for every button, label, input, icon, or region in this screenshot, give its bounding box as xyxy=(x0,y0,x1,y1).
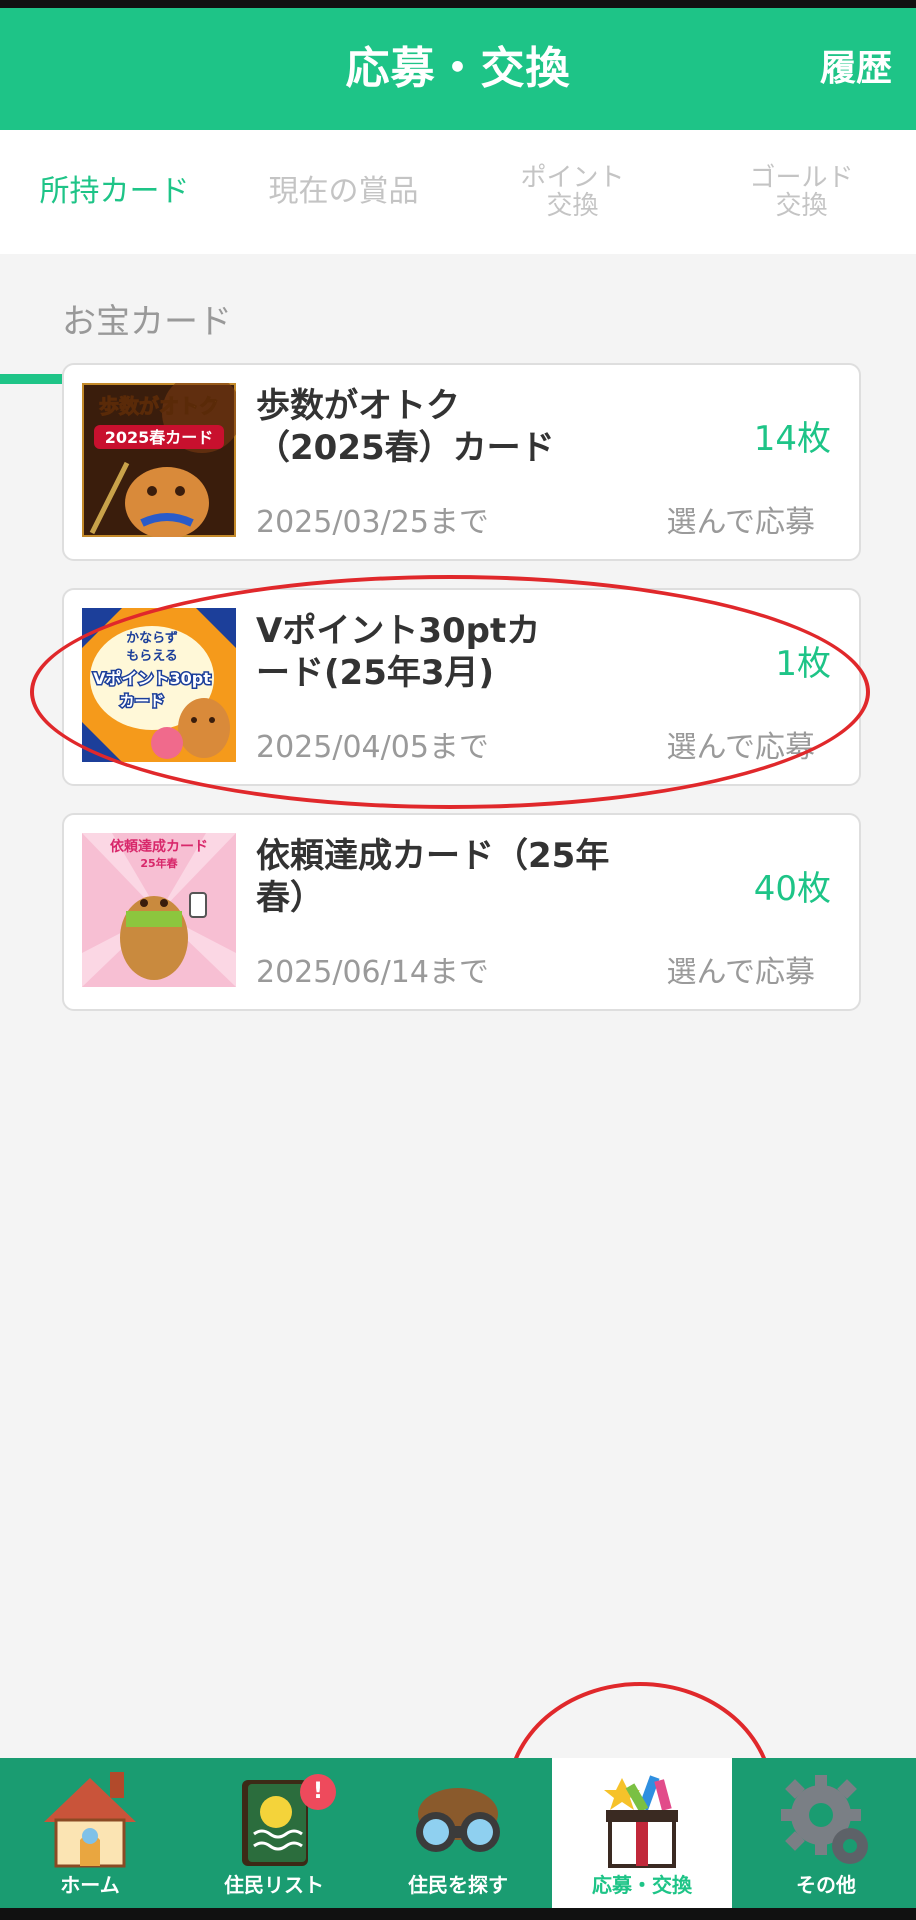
nav-label: その他 xyxy=(796,1873,856,1897)
nav-label: 応募・交換 xyxy=(592,1873,692,1897)
nav-label: ホーム xyxy=(60,1873,120,1897)
card-steps-spring-2025[interactable]: 歩数がオトク 2025春カード 歩数がオトク（2025春）カード 14枚 202… xyxy=(62,363,861,561)
section-title: お宝カード xyxy=(62,302,232,342)
card-deadline: 2025/04/05まで xyxy=(256,730,489,765)
select-and-apply-link[interactable]: 選んで応募 xyxy=(667,947,816,991)
history-link[interactable]: 履歴 xyxy=(820,8,892,130)
nav-label: 住民を探す xyxy=(408,1873,508,1897)
page-title: 応募・交換 xyxy=(345,43,571,94)
tab-bar: 所持カード 現在の賞品 ポイント 交換 ゴールド 交換 xyxy=(0,130,916,384)
card-name: Vポイント30ptカード(25年3月) xyxy=(256,611,541,693)
thumb-text: Vポイント30pt xyxy=(93,669,211,688)
thumb-text: 2025春カード xyxy=(105,428,214,447)
system-nav-bar xyxy=(0,1908,916,1920)
nav-find-residents[interactable]: 住民を探す xyxy=(368,1758,548,1908)
card-request-achievement[interactable]: 依頼達成カード 25年春 依頼達成カード（25年春） 40枚 2025/06/1… xyxy=(62,813,861,1011)
thumb-text: カード xyxy=(119,692,164,710)
select-and-apply-link[interactable]: 選んで応募 xyxy=(667,722,816,766)
thumb-text: もらえる xyxy=(126,649,178,664)
nav-resident-list[interactable]: ! 住民リスト xyxy=(184,1758,364,1908)
tab-gold-exchange[interactable]: ゴールド 交換 xyxy=(687,130,916,254)
nav-apply-exchange[interactable]: 応募・交換 xyxy=(552,1758,732,1908)
nav-home[interactable]: ホーム xyxy=(0,1758,180,1908)
nav-other[interactable]: その他 xyxy=(736,1758,916,1908)
nav-label: 住民リスト xyxy=(224,1873,324,1897)
bottom-navigation: ホーム ! 住民リスト 住民を探す 応募・交換 その他 xyxy=(0,1758,916,1908)
card-name: 依頼達成カード（25年春） xyxy=(256,836,610,918)
thumb-text: 歩数がオトク xyxy=(99,394,219,418)
card-vpoint-30pt[interactable]: かならず もらえる Vポイント30pt カード Vポイント30ptカード(25年… xyxy=(62,588,861,786)
tab-point-exchange[interactable]: ポイント 交換 xyxy=(458,130,687,254)
tab-owned-cards[interactable]: 所持カード xyxy=(0,130,229,254)
app-header: 応募・交換 履歴 xyxy=(0,8,916,130)
card-count: 14枚 xyxy=(753,419,831,459)
gear-icon xyxy=(781,1775,868,1864)
tab-current-prizes[interactable]: 現在の賞品 xyxy=(229,130,458,254)
binoculars-icon xyxy=(416,1788,500,1852)
status-bar xyxy=(0,0,916,8)
card-thumbnail: かならず もらえる Vポイント30pt カード xyxy=(82,608,236,762)
thumb-text: かならず xyxy=(126,630,178,646)
gift-box-icon xyxy=(604,1775,678,1868)
card-name: 歩数がオトク（2025春）カード xyxy=(256,386,555,468)
card-thumbnail: 依頼達成カード 25年春 xyxy=(82,833,236,987)
card-thumbnail: 歩数がオトク 2025春カード xyxy=(82,383,236,537)
card-count: 40枚 xyxy=(753,869,831,909)
select-and-apply-link[interactable]: 選んで応募 xyxy=(667,497,816,541)
thumb-text: 25年春 xyxy=(140,856,178,870)
card-count: 1枚 xyxy=(775,644,831,684)
thumb-text: 依頼達成カード xyxy=(110,838,208,855)
card-deadline: 2025/06/14まで xyxy=(256,955,489,990)
card-deadline: 2025/03/25まで xyxy=(256,505,489,540)
house-icon xyxy=(44,1772,136,1868)
notification-badge: ! xyxy=(300,1774,336,1810)
